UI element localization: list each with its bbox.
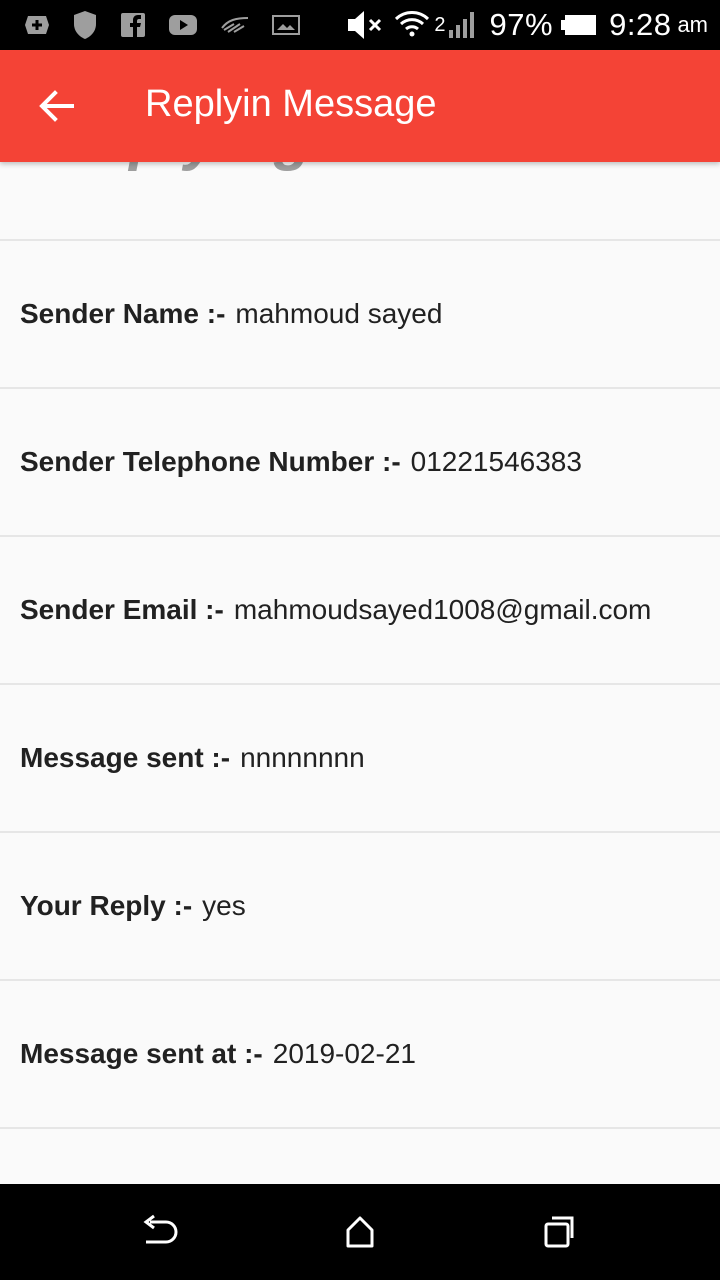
status-bar: 2 97% 9:28 am	[0, 0, 720, 50]
field-value: 2019-02-21	[272, 1038, 416, 1069]
field-value: mahmoudsayed1008@gmail.com	[233, 594, 652, 625]
add-notification-icon	[24, 14, 50, 36]
back-icon	[143, 1214, 178, 1244]
field-label: Message sent at :-	[20, 1038, 263, 1069]
field-row-sender-telephone: Sender Telephone Number :- 01221546383	[0, 387, 720, 535]
arrow-left-icon	[39, 90, 74, 122]
field-label: Message sent :-	[20, 742, 231, 773]
field-row-sender-name: Sender Name :- mahmoud sayed	[0, 239, 720, 387]
recents-icon	[544, 1216, 574, 1248]
youtube-icon	[168, 14, 198, 36]
field-value: nnnnnnnn	[240, 742, 365, 773]
home-icon	[346, 1216, 374, 1248]
shield-icon	[72, 10, 98, 40]
notification-icons	[24, 10, 300, 40]
app-bar: Replyin Message	[0, 50, 720, 162]
sim-label: 2	[434, 13, 446, 36]
field-value: 01221546383	[410, 446, 582, 477]
field-row-sender-email: Sender Email :- mahmoudsayed1008@gmail.c…	[0, 535, 720, 683]
field-row-message-sent: Message sent :- nnnnnnnn	[0, 683, 720, 831]
section-heading: Replying Information	[0, 162, 720, 173]
wifi-icon	[394, 9, 430, 41]
battery-icon	[561, 14, 597, 36]
field-label: Sender Name :-	[20, 298, 226, 329]
app-notification-icon	[220, 14, 250, 36]
field-label: Sender Telephone Number :-	[20, 446, 401, 477]
facebook-icon	[120, 12, 146, 38]
field-label: Sender Email :-	[20, 594, 224, 625]
image-notification-icon	[272, 14, 300, 36]
field-label: Your Reply :-	[20, 890, 193, 921]
battery-percent: 97%	[489, 7, 554, 42]
mute-icon	[346, 9, 390, 41]
clock-ampm: am	[677, 12, 708, 37]
field-row-your-reply: Your Reply :- yes	[0, 831, 720, 979]
clock-time: 9:28	[609, 7, 672, 42]
system-status: 2 97% 9:28 am	[346, 6, 708, 44]
signal-icon	[448, 10, 478, 40]
screen: 2 97% 9:28 am Replyin Message Replying I…	[0, 0, 720, 1280]
reply-details[interactable]: Replying Information Sender Name :- mahm…	[0, 162, 720, 1184]
field-value: yes	[202, 890, 246, 921]
nav-recents-button[interactable]	[540, 1212, 580, 1252]
field-value: mahmoud sayed	[235, 298, 443, 329]
nav-back-button[interactable]	[140, 1212, 180, 1252]
page-title: Replyin Message	[145, 83, 437, 125]
nav-home-button[interactable]	[340, 1212, 380, 1252]
navigation-bar	[0, 1184, 720, 1280]
field-row-empty	[0, 1127, 720, 1184]
field-row-message-sent-at: Message sent at :- 2019-02-21	[0, 979, 720, 1127]
back-button[interactable]	[28, 78, 84, 134]
